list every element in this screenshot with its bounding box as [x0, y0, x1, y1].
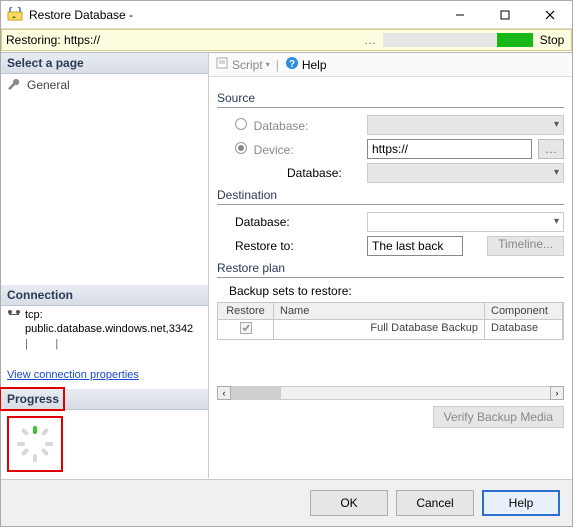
source-database-radio[interactable]: Database:	[217, 118, 367, 133]
connection-header: Connection	[1, 285, 208, 306]
chevron-down-icon: ▾	[554, 216, 559, 227]
col-restore: Restore	[218, 303, 274, 319]
page-nav: General	[1, 74, 208, 96]
row-name: Full Database Backup	[274, 320, 485, 339]
restore-checkbox-cell[interactable]	[218, 320, 274, 339]
window-controls	[437, 1, 572, 29]
view-connection-properties-link[interactable]: View connection properties	[7, 368, 139, 383]
restore-to-label: Restore to:	[217, 239, 367, 253]
radio-icon	[235, 118, 247, 130]
backup-sets-table: Restore Name Component Full Database Bac…	[217, 302, 564, 340]
script-button[interactable]: Script ▾	[215, 56, 270, 73]
title-bar: Restore Database -	[1, 1, 572, 29]
source-database-sub-label: Database:	[217, 166, 367, 180]
chevron-down-icon: ▾	[266, 60, 270, 69]
device-path-input[interactable]	[367, 139, 532, 159]
cancel-button[interactable]: Cancel	[396, 490, 474, 516]
table-header: Restore Name Component	[217, 302, 564, 320]
help-button[interactable]: ? Help	[285, 56, 327, 73]
scroll-left-icon[interactable]: ‹	[217, 386, 231, 400]
wrench-icon	[7, 78, 21, 92]
source-group: Source	[217, 91, 564, 105]
restore-icon	[7, 7, 23, 23]
checkbox-checked-icon	[240, 322, 252, 334]
maximize-button[interactable]	[482, 1, 527, 29]
restore-plan-group: Restore plan	[217, 261, 564, 275]
device-browse-button[interactable]: …	[538, 139, 564, 159]
scroll-right-icon[interactable]: ›	[550, 386, 564, 400]
restoring-text: Restoring: https://	[6, 33, 357, 47]
chevron-down-icon: ▾	[554, 119, 559, 130]
nav-item-general[interactable]: General	[1, 76, 208, 94]
restoring-strip: Restoring: https:// … Stop	[1, 29, 572, 51]
chevron-down-icon: ▾	[554, 167, 559, 178]
connection-section: tcp: public.database.windows.net,3342 | …	[1, 306, 208, 389]
source-database-sub-combo[interactable]: ▾	[367, 163, 564, 183]
help-button[interactable]: Help	[482, 490, 560, 516]
row-component: Database	[485, 320, 563, 339]
dialog-footer: OK Cancel Help	[1, 479, 572, 526]
dest-database-label: Database:	[217, 215, 367, 229]
verify-backup-media-button[interactable]: Verify Backup Media	[433, 406, 564, 428]
main-area: Select a page General Connection tcp:	[1, 52, 572, 478]
scrollbar-thumb[interactable]	[231, 387, 281, 399]
server-icon	[7, 308, 21, 327]
col-component: Component	[485, 303, 563, 319]
backup-sets-label: Backup sets to restore:	[217, 284, 564, 298]
script-icon	[215, 56, 229, 73]
window-title: Restore Database -	[29, 8, 437, 22]
progress-spinner-icon	[15, 424, 55, 464]
left-pane: Select a page General Connection tcp:	[1, 53, 209, 478]
content-area: Source Database: ▾ Device: …	[209, 77, 572, 478]
restore-to-field	[367, 236, 463, 256]
progress-header: Progress	[1, 389, 208, 410]
source-database-combo: ▾	[367, 115, 564, 135]
nav-item-label: General	[27, 78, 70, 92]
close-button[interactable]	[527, 1, 572, 29]
stop-button[interactable]: Stop	[537, 33, 567, 47]
progress-spinner-highlight	[7, 416, 63, 472]
progress-section	[1, 410, 208, 478]
col-name: Name	[274, 303, 485, 319]
radio-icon	[235, 142, 247, 154]
help-icon: ?	[285, 56, 299, 73]
restoring-progress-bar	[383, 33, 533, 47]
minimize-button[interactable]	[437, 1, 482, 29]
table-horizontal-scrollbar[interactable]: ‹ ›	[217, 386, 564, 400]
select-page-header: Select a page	[1, 53, 208, 74]
table-row[interactable]: Full Database Backup Database	[217, 320, 564, 340]
dest-database-combo[interactable]: ▾	[367, 212, 564, 232]
svg-text:?: ?	[289, 59, 295, 70]
timeline-button[interactable]: Timeline...	[487, 236, 564, 256]
destination-group: Destination	[217, 188, 564, 202]
connection-text: tcp: public.database.windows.net,3342 | …	[25, 308, 193, 353]
content-toolbar: Script ▾ | ? Help	[209, 53, 572, 77]
right-pane: Script ▾ | ? Help Source Database: ▾	[209, 53, 572, 478]
ok-button[interactable]: OK	[310, 490, 388, 516]
restoring-details-button[interactable]: …	[361, 33, 379, 47]
source-device-radio[interactable]: Device:	[217, 142, 367, 157]
